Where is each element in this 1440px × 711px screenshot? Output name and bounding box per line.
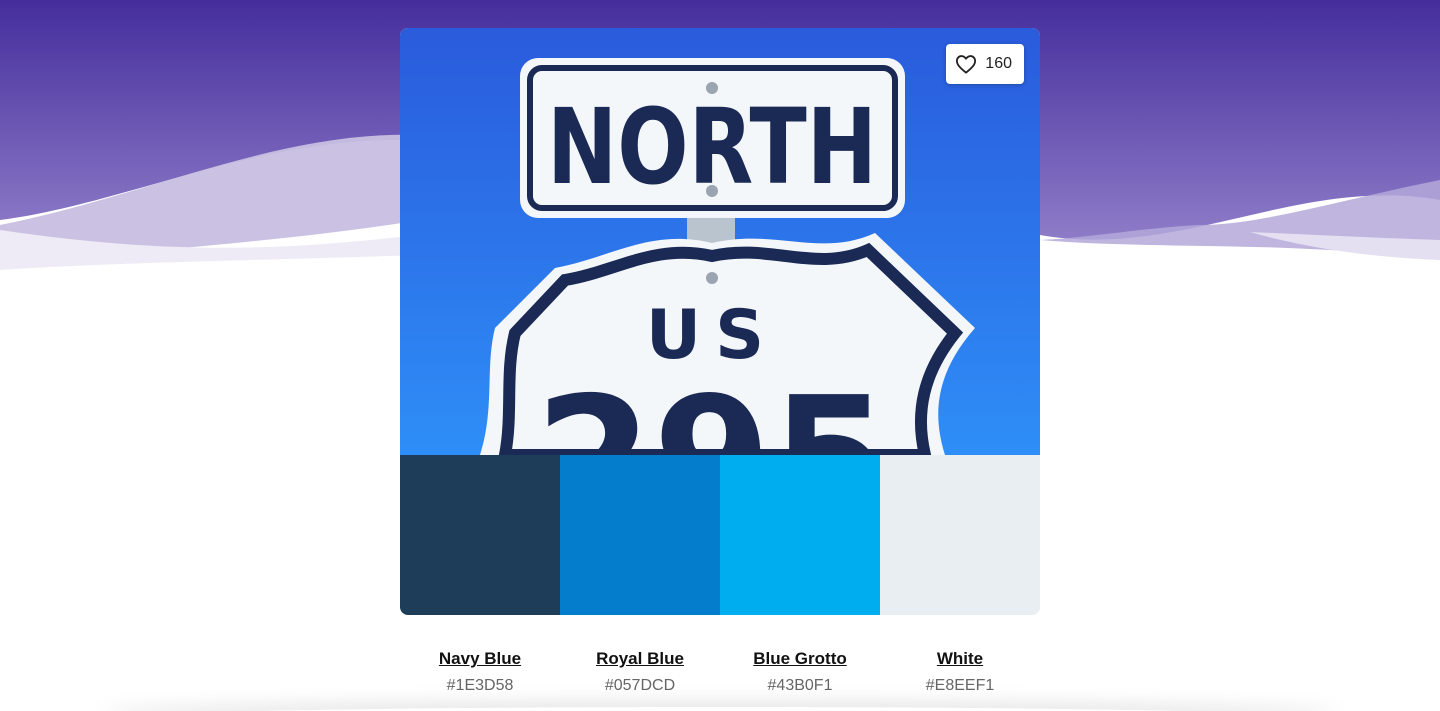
swatch-navy-blue[interactable] [400, 455, 560, 615]
color-name-link[interactable]: White [880, 648, 1040, 670]
color-labels: Navy Blue #1E3D58 Royal Blue #057DCD Blu… [400, 648, 1040, 696]
color-name-link[interactable]: Navy Blue [400, 648, 560, 670]
next-card-shadow [100, 707, 1340, 711]
swatch-royal-blue[interactable] [560, 455, 720, 615]
shield-route-number: 295 [535, 361, 890, 455]
heart-icon [956, 55, 977, 74]
color-hex-code: #E8EEF1 [925, 677, 995, 694]
like-count: 160 [985, 55, 1012, 72]
color-label-royal-blue: Royal Blue #057DCD [560, 648, 720, 696]
color-label-blue-grotto: Blue Grotto #43B0F1 [720, 648, 880, 696]
color-swatches [400, 455, 1040, 615]
swatch-blue-grotto[interactable] [720, 455, 880, 615]
color-hex-code: #43B0F1 [767, 677, 833, 694]
color-name-link[interactable]: Blue Grotto [720, 648, 880, 670]
highway-sign-photo[interactable]: NORTH US 295 [400, 28, 1040, 455]
color-hex-code: #057DCD [604, 677, 676, 694]
color-hex-code: #1E3D58 [446, 677, 514, 694]
palette-card: NORTH US 295 160 [400, 28, 1040, 615]
color-label-navy-blue: Navy Blue #1E3D58 [400, 648, 560, 696]
color-label-white: White #E8EEF1 [880, 648, 1040, 696]
palette-page: NORTH US 295 160 Navy Blue #1E3D58 [0, 0, 1440, 711]
color-name-link[interactable]: Royal Blue [560, 648, 720, 670]
like-button[interactable]: 160 [946, 44, 1024, 84]
swatch-white[interactable] [880, 455, 1040, 615]
